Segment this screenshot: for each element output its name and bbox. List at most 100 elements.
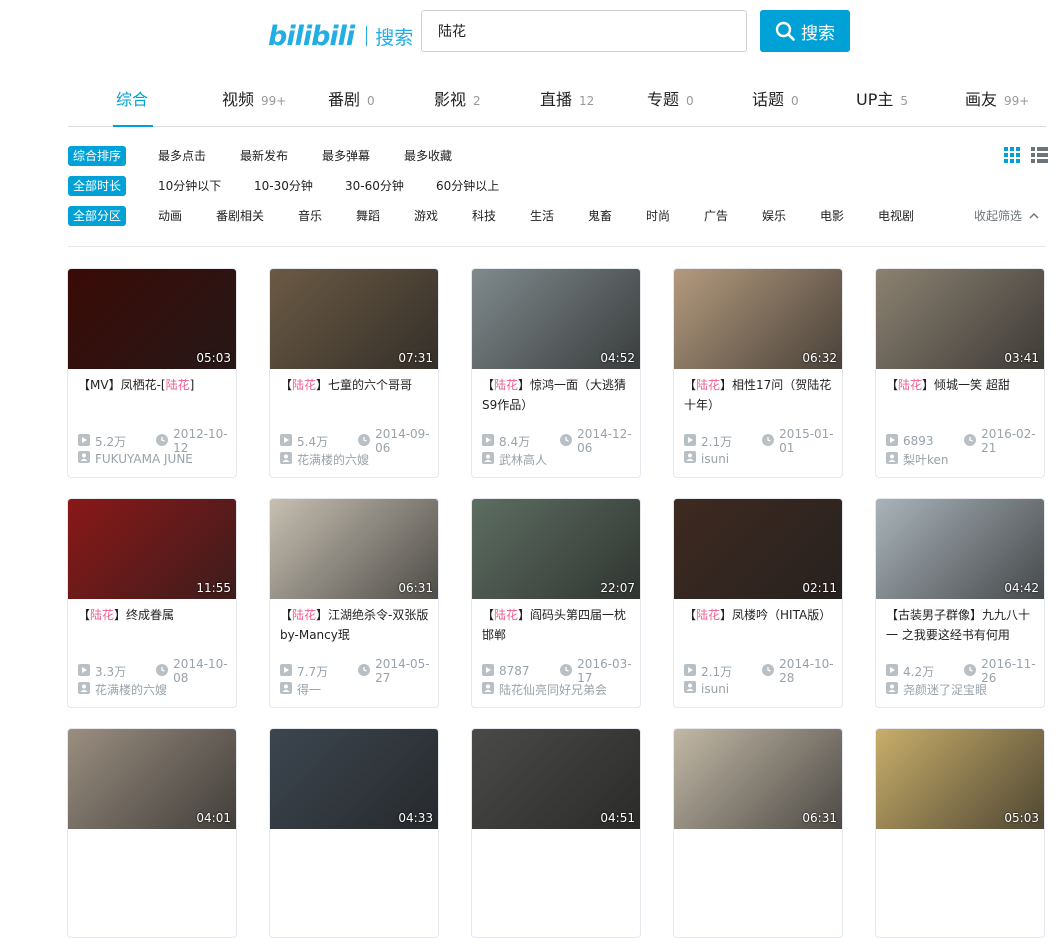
- duration-option[interactable]: 10-30分钟: [254, 176, 313, 196]
- sort-option[interactable]: 最多点击: [158, 146, 206, 166]
- tab-label: 影视: [434, 90, 467, 109]
- zone-option[interactable]: 番剧相关: [216, 206, 264, 226]
- video-title[interactable]: 【陆花】凤楼吟（HITA版）: [684, 605, 834, 645]
- video-uploader[interactable]: 花满楼的六嫂: [78, 681, 167, 698]
- video-title-suffix: ]: [189, 378, 195, 392]
- tab-all[interactable]: 综合: [116, 86, 148, 126]
- sort-option[interactable]: 最多收藏: [404, 146, 452, 166]
- video-card[interactable]: 11:55 【陆花】终成眷属 3.3万 2014-10-08 花满楼的六嫂: [67, 498, 237, 708]
- video-card[interactable]: 04:42 【古装男子群像】九九八十一 之我要这经书有何用 4.2万 2016-11-…: [875, 498, 1045, 708]
- zone-option[interactable]: 鬼畜: [588, 206, 612, 226]
- video-upload-date: 2015-01-01: [779, 427, 834, 455]
- sort-option[interactable]: 最多弹幕: [322, 146, 370, 166]
- video-card[interactable]: 05:03: [875, 728, 1045, 938]
- sort-filter-active[interactable]: 综合排序: [68, 146, 127, 166]
- duration-option[interactable]: 30-60分钟: [345, 176, 404, 196]
- video-title[interactable]: 【陆花】终成眷属: [78, 605, 228, 645]
- video-play-count: 2.1万: [701, 664, 733, 679]
- play-icon: [684, 433, 696, 449]
- grid-view-icon[interactable]: [1004, 147, 1021, 167]
- tab-bangumi[interactable]: 番剧 0: [328, 86, 375, 126]
- zone-option[interactable]: 娱乐: [762, 206, 786, 226]
- zone-option[interactable]: 游戏: [414, 206, 438, 226]
- zone-option[interactable]: 动画: [158, 206, 182, 226]
- video-title[interactable]: 【陆花】相性17问（贺陆花十年）: [684, 375, 834, 415]
- video-card[interactable]: 06:32 【陆花】相性17问（贺陆花十年） 2.1万 2015-01-01 isuni: [673, 268, 843, 478]
- play-icon: [886, 663, 898, 679]
- zone-option[interactable]: 电视剧: [878, 206, 914, 226]
- user-icon: [886, 452, 898, 467]
- video-card[interactable]: 07:31 【陆花】七童的六个哥哥 5.4万 2014-09-06 花满楼的六嫂: [269, 268, 439, 478]
- video-title-prefix: 【: [684, 378, 697, 392]
- video-title[interactable]: 【陆花】倾城一笑 超甜: [886, 375, 1036, 415]
- video-title[interactable]: 【陆花】惊鸿一面（大逃猜S9作品）: [482, 375, 632, 415]
- video-uploader[interactable]: isuni: [684, 451, 729, 466]
- search-input[interactable]: [436, 11, 730, 51]
- duration-option[interactable]: 60分钟以上: [436, 176, 499, 196]
- video-card[interactable]: 04:01: [67, 728, 237, 938]
- tab-topic[interactable]: 话题 0: [752, 86, 799, 126]
- tab-count: 12: [579, 94, 595, 108]
- video-uploader[interactable]: 花满楼的六嫂: [280, 451, 369, 468]
- video-uploader[interactable]: 武林高人: [482, 451, 547, 468]
- video-title-prefix: 【古装男子群像】九九八十一 之我要这经书有何用: [886, 608, 1031, 642]
- video-upload-date: 2016-11-26: [981, 657, 1036, 685]
- video-title-keyword: 陆花: [494, 608, 519, 622]
- video-uploader[interactable]: isuni: [684, 681, 729, 696]
- video-uploader[interactable]: FUKUYAMA JUNE: [78, 451, 193, 466]
- chevron-up-icon: [1029, 213, 1039, 219]
- zone-option[interactable]: 时尚: [646, 206, 670, 226]
- video-play-count: 8787: [499, 664, 530, 678]
- sort-option[interactable]: 最新发布: [240, 146, 288, 166]
- tab-artist[interactable]: 画友 99+: [965, 86, 1029, 126]
- video-title-suffix: 】终成眷属: [114, 608, 175, 622]
- video-title[interactable]: 【MV】凤栖花-[陆花]: [78, 375, 228, 415]
- duration-option[interactable]: 10分钟以下: [158, 176, 221, 196]
- tab-uploader[interactable]: UP主 5: [856, 86, 908, 126]
- video-upload-date: 2014-05-27: [375, 657, 430, 685]
- tab-live[interactable]: 直播 12: [540, 86, 594, 126]
- zone-option[interactable]: 科技: [472, 206, 496, 226]
- video-uploader[interactable]: 得一: [280, 681, 321, 698]
- tab-topic-special[interactable]: 专题 0: [647, 86, 694, 126]
- video-card[interactable]: 04:51: [471, 728, 641, 938]
- video-title[interactable]: 【陆花】江湖绝杀令-双张版 by-Mancy珉: [280, 605, 430, 645]
- duration-filter-active[interactable]: 全部时长: [68, 176, 127, 196]
- video-title[interactable]: 【古装男子群像】九九八十一 之我要这经书有何用: [886, 605, 1036, 645]
- video-title[interactable]: 【陆花】阎码头第四届一枕邯郸: [482, 605, 632, 645]
- tab-label: 直播: [540, 90, 573, 109]
- video-duration: 02:11: [802, 581, 837, 595]
- tab-video[interactable]: 视频 99+: [222, 86, 286, 126]
- video-uploader[interactable]: 梨叶ken: [886, 451, 949, 468]
- video-upload-date: 2014-09-06: [375, 427, 430, 455]
- search-button[interactable]: 搜索: [760, 10, 850, 52]
- video-card[interactable]: 06:31 【陆花】江湖绝杀令-双张版 by-Mancy珉 7.7万 2014-05-…: [269, 498, 439, 708]
- video-uploader[interactable]: 尧颜迷了浞宝眼: [886, 681, 987, 698]
- logo-separator: [366, 26, 368, 46]
- video-card[interactable]: 04:52 【陆花】惊鸿一面（大逃猜S9作品） 8.4万 2014-12-06 武林高人: [471, 268, 641, 478]
- list-view-icon[interactable]: [1031, 147, 1048, 167]
- play-icon: [280, 663, 292, 679]
- tab-movie[interactable]: 影视 2: [434, 86, 481, 126]
- video-card[interactable]: 02:11 【陆花】凤楼吟（HITA版） 2.1万 2014-10-28 isuni: [673, 498, 843, 708]
- video-card[interactable]: 04:33: [269, 728, 439, 938]
- zone-option[interactable]: 电影: [820, 206, 844, 226]
- zone-option[interactable]: 生活: [530, 206, 554, 226]
- video-title-suffix: 】倾城一笑 超甜: [922, 378, 1010, 392]
- search-box[interactable]: [421, 10, 747, 52]
- zone-filter-active[interactable]: 全部分区: [68, 206, 127, 226]
- video-card[interactable]: 05:03 【MV】凤栖花-[陆花] 5.2万 2012-10-12 FUKUYAMA …: [67, 268, 237, 478]
- video-duration: 04:52: [600, 351, 635, 365]
- zone-option[interactable]: 音乐: [298, 206, 322, 226]
- video-card[interactable]: 03:41 【陆花】倾城一笑 超甜 6893 2016-02-21 梨叶ken: [875, 268, 1045, 478]
- bilibili-logo[interactable]: bilibili 搜索: [268, 16, 413, 56]
- video-card[interactable]: 22:07 【陆花】阎码头第四届一枕邯郸 8787 2016-03-17 陆花仙亮同好兄…: [471, 498, 641, 708]
- collapse-filter-button[interactable]: 收起筛选: [974, 207, 1039, 224]
- video-uploader-name: 陆花仙亮同好兄弟会: [499, 683, 608, 697]
- zone-option[interactable]: 广告: [704, 206, 728, 226]
- video-title[interactable]: 【陆花】七童的六个哥哥: [280, 375, 430, 415]
- zone-option[interactable]: 舞蹈: [356, 206, 380, 226]
- video-card[interactable]: 06:31: [673, 728, 843, 938]
- video-uploader[interactable]: 陆花仙亮同好兄弟会: [482, 681, 607, 698]
- play-icon: [78, 663, 90, 679]
